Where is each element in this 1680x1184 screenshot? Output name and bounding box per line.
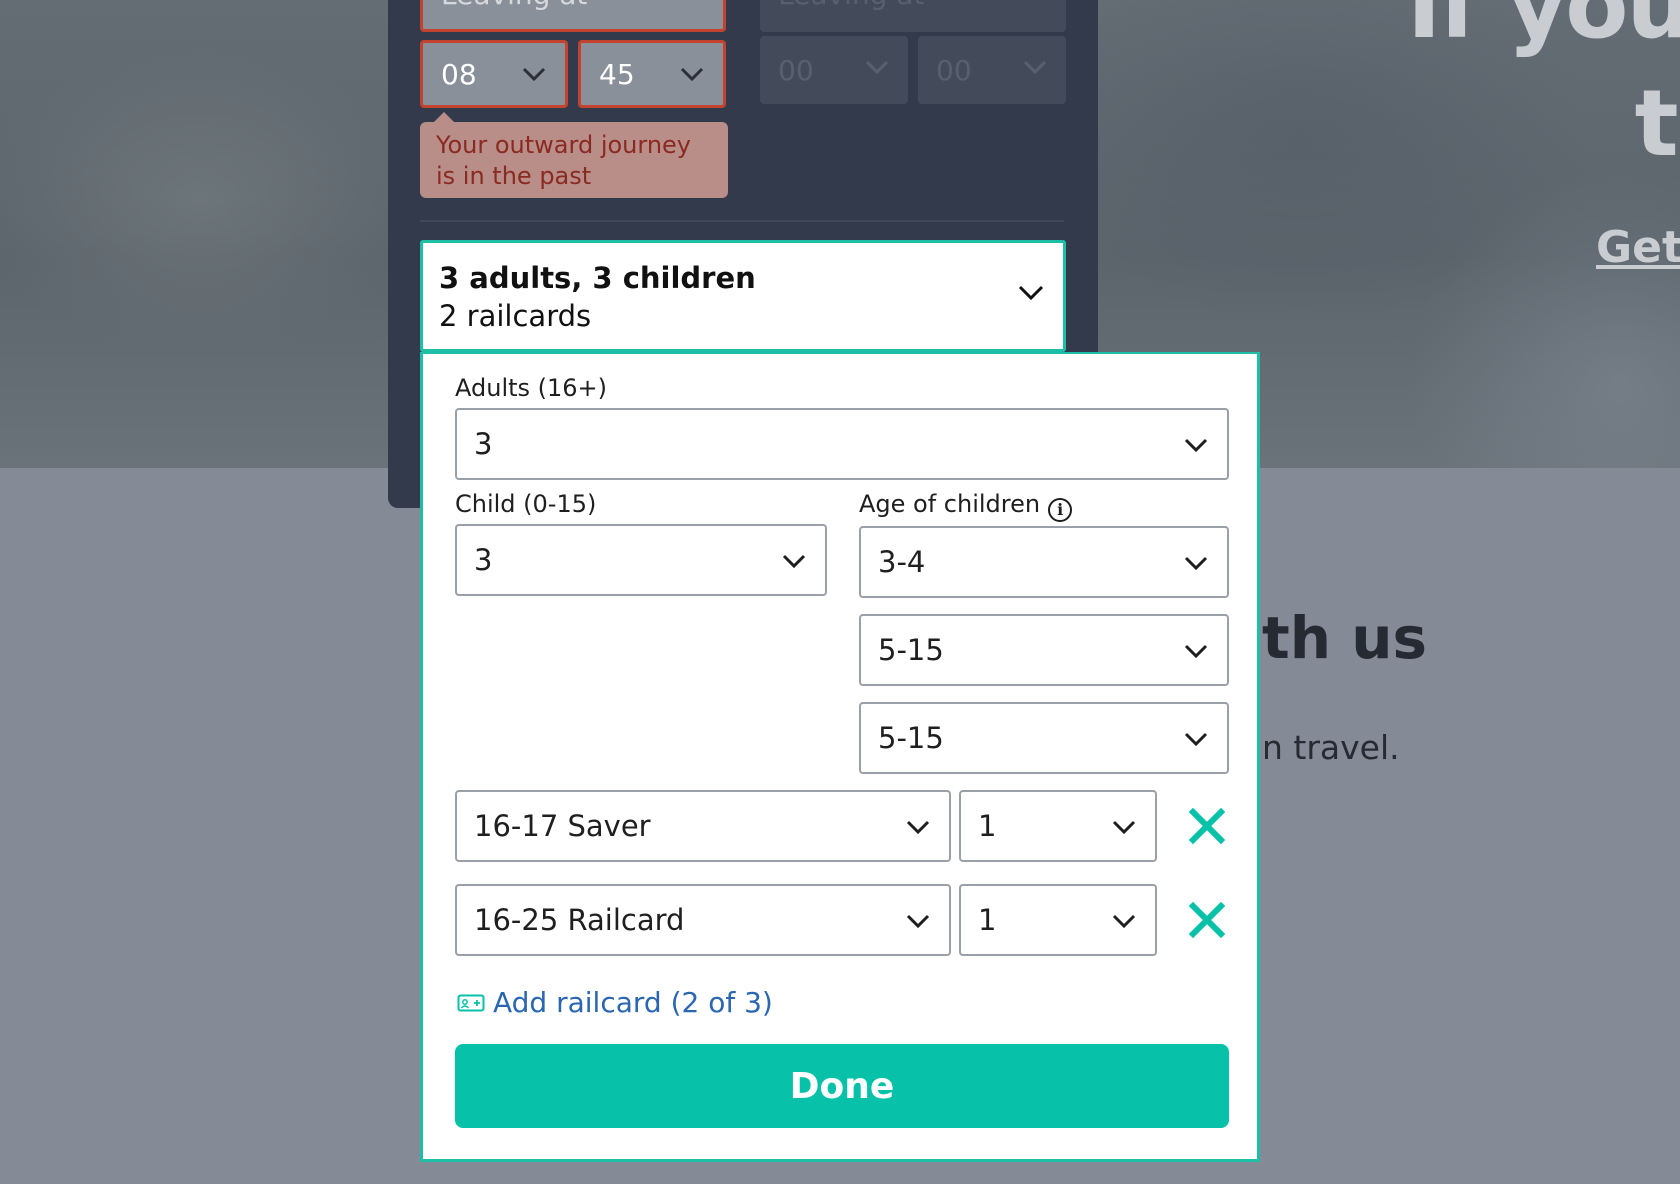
- chevron-down-icon: [906, 914, 930, 929]
- add-railcard-link[interactable]: Add railcard (2 of 3): [457, 986, 773, 1019]
- child-age-select-2[interactable]: 5-15: [859, 614, 1229, 686]
- railcard-type-select-2[interactable]: 16-25 Railcard: [455, 884, 951, 956]
- outward-leaving-select[interactable]: Leaving at: [420, 0, 726, 32]
- chevron-down-icon: [906, 820, 930, 835]
- outward-minute-value: 45: [599, 57, 635, 91]
- chevron-down-icon: [1018, 285, 1044, 301]
- adults-label: Adults (16+): [455, 374, 608, 402]
- chevron-down-icon: [865, 60, 889, 75]
- chevron-down-icon: [1184, 556, 1208, 571]
- chevron-down-icon: [1184, 644, 1208, 659]
- passenger-dropdown: Adults (16+) 3 Child (0-15) 3 Age of chi…: [420, 352, 1260, 1162]
- chevron-down-icon: [1184, 438, 1208, 453]
- railcard-type-value-1: 16-17 Saver: [474, 809, 651, 843]
- railcard-count-select-2[interactable]: 1: [959, 884, 1157, 956]
- remove-railcard-button-2[interactable]: [1185, 898, 1229, 942]
- close-icon: [1188, 807, 1226, 845]
- chevron-down-icon: [1112, 914, 1136, 929]
- hero-heading-line2: tr: [1634, 70, 1680, 177]
- return-leaving-label: Leaving at: [778, 0, 924, 11]
- adults-value: 3: [474, 427, 493, 461]
- passenger-summary-toggle[interactable]: 3 adults, 3 children 2 railcards: [420, 240, 1066, 352]
- hero-cta-link[interactable]: Get: [1596, 222, 1680, 273]
- outward-leaving-label: Leaving at: [441, 0, 587, 11]
- railcard-icon: [457, 994, 485, 1011]
- railcard-count-select-1[interactable]: 1: [959, 790, 1157, 862]
- passenger-summary-title: 3 adults, 3 children: [439, 261, 756, 295]
- child-label: Child (0-15): [455, 490, 597, 518]
- section-title: th us: [1262, 604, 1428, 672]
- railcard-count-value-1: 1: [978, 809, 997, 843]
- child-value: 3: [474, 543, 493, 577]
- outward-hour-select[interactable]: 08: [420, 40, 568, 108]
- chevron-down-icon: [782, 554, 806, 569]
- return-minute-value: 00: [936, 53, 972, 87]
- child-select[interactable]: 3: [455, 524, 827, 596]
- child-age-value-2: 5-15: [878, 633, 944, 667]
- return-hour-value: 00: [778, 53, 814, 87]
- add-railcard-label: Add railcard (2 of 3): [493, 986, 773, 1019]
- chevron-down-icon: [1112, 820, 1136, 835]
- section-subtitle: n travel.: [1262, 728, 1400, 767]
- chevron-down-icon: [522, 67, 546, 82]
- age-of-children-text: Age of children: [859, 490, 1041, 518]
- railcard-type-select-1[interactable]: 16-17 Saver: [455, 790, 951, 862]
- panel-divider: [420, 220, 1064, 222]
- chevron-down-icon: [680, 67, 704, 82]
- child-age-value-1: 3-4: [878, 545, 926, 579]
- chevron-down-icon: [1023, 60, 1047, 75]
- chevron-down-icon: [1184, 732, 1208, 747]
- hero-heading-line1: If you: [1407, 0, 1680, 59]
- railcard-count-value-2: 1: [978, 903, 997, 937]
- adults-select[interactable]: 3: [455, 408, 1229, 480]
- done-button[interactable]: Done: [455, 1044, 1229, 1128]
- child-age-value-3: 5-15: [878, 721, 944, 755]
- railcard-type-value-2: 16-25 Railcard: [474, 903, 685, 937]
- outward-minute-select[interactable]: 45: [578, 40, 726, 108]
- age-of-children-label: Age of children i: [859, 490, 1073, 522]
- return-leaving-select[interactable]: Leaving at: [760, 0, 1066, 32]
- info-icon[interactable]: i: [1048, 498, 1073, 522]
- return-minute-select[interactable]: 00: [918, 36, 1066, 104]
- child-age-select-1[interactable]: 3-4: [859, 526, 1229, 598]
- return-hour-select[interactable]: 00: [760, 36, 908, 104]
- remove-railcard-button-1[interactable]: [1185, 804, 1229, 848]
- close-icon: [1188, 901, 1226, 939]
- outward-error-message: Your outward journey is in the past: [420, 112, 728, 198]
- child-age-select-3[interactable]: 5-15: [859, 702, 1229, 774]
- passenger-summary-railcards: 2 railcards: [439, 299, 592, 333]
- outward-hour-value: 08: [441, 57, 477, 91]
